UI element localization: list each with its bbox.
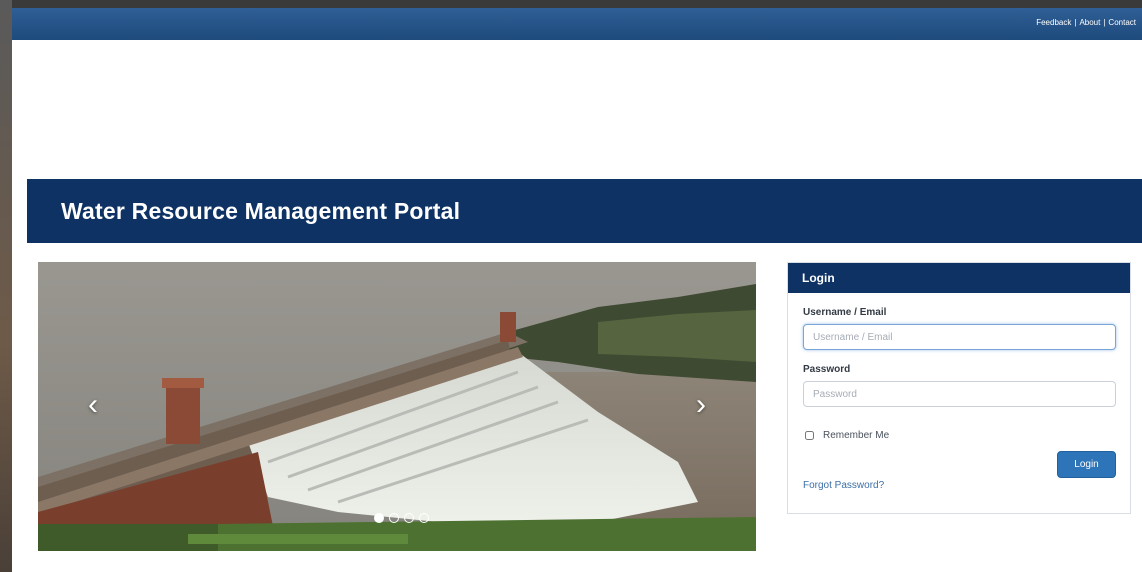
carousel-prev-button[interactable]: ‹ [78,388,108,422]
image-carousel: ‹ › [38,262,756,551]
password-input[interactable] [803,381,1116,407]
top-links: Feedback | About | Contact [1036,18,1136,27]
carousel-indicators [374,513,429,525]
username-input[interactable] [803,324,1116,350]
top-bar: Feedback | About | Contact [12,8,1142,40]
link-separator: | [1074,18,1077,27]
feedback-link[interactable]: Feedback [1036,18,1071,27]
chevron-left-icon: ‹ [88,388,98,421]
window-left-edge [0,0,12,572]
header-banner-area [12,40,1138,178]
portal-title-bar: Water Resource Management Portal [27,179,1142,243]
link-separator: | [1103,18,1106,27]
dam-photo [38,262,756,551]
carousel-indicator[interactable] [419,513,429,523]
carousel-indicator[interactable] [404,513,414,523]
username-label: Username / Email [803,307,887,318]
login-button[interactable]: Login [1057,451,1116,478]
portal-title: Water Resource Management Portal [61,198,461,224]
carousel-indicator[interactable] [374,513,384,523]
chevron-right-icon: › [696,388,706,421]
login-panel-title: Login [788,263,1130,293]
remember-me[interactable]: Remember Me [805,430,889,441]
carousel-next-button[interactable]: › [686,388,716,422]
forgot-password-link[interactable]: Forgot Password? [803,480,884,491]
window-top-edge [0,0,1142,8]
carousel-indicator[interactable] [389,513,399,523]
password-label: Password [803,364,851,375]
login-panel: Login Username / Email Password Remember… [787,262,1131,514]
about-link[interactable]: About [1079,18,1100,27]
contact-link[interactable]: Contact [1108,18,1136,27]
remember-me-label: Remember Me [823,430,890,441]
remember-me-checkbox[interactable] [805,431,814,440]
